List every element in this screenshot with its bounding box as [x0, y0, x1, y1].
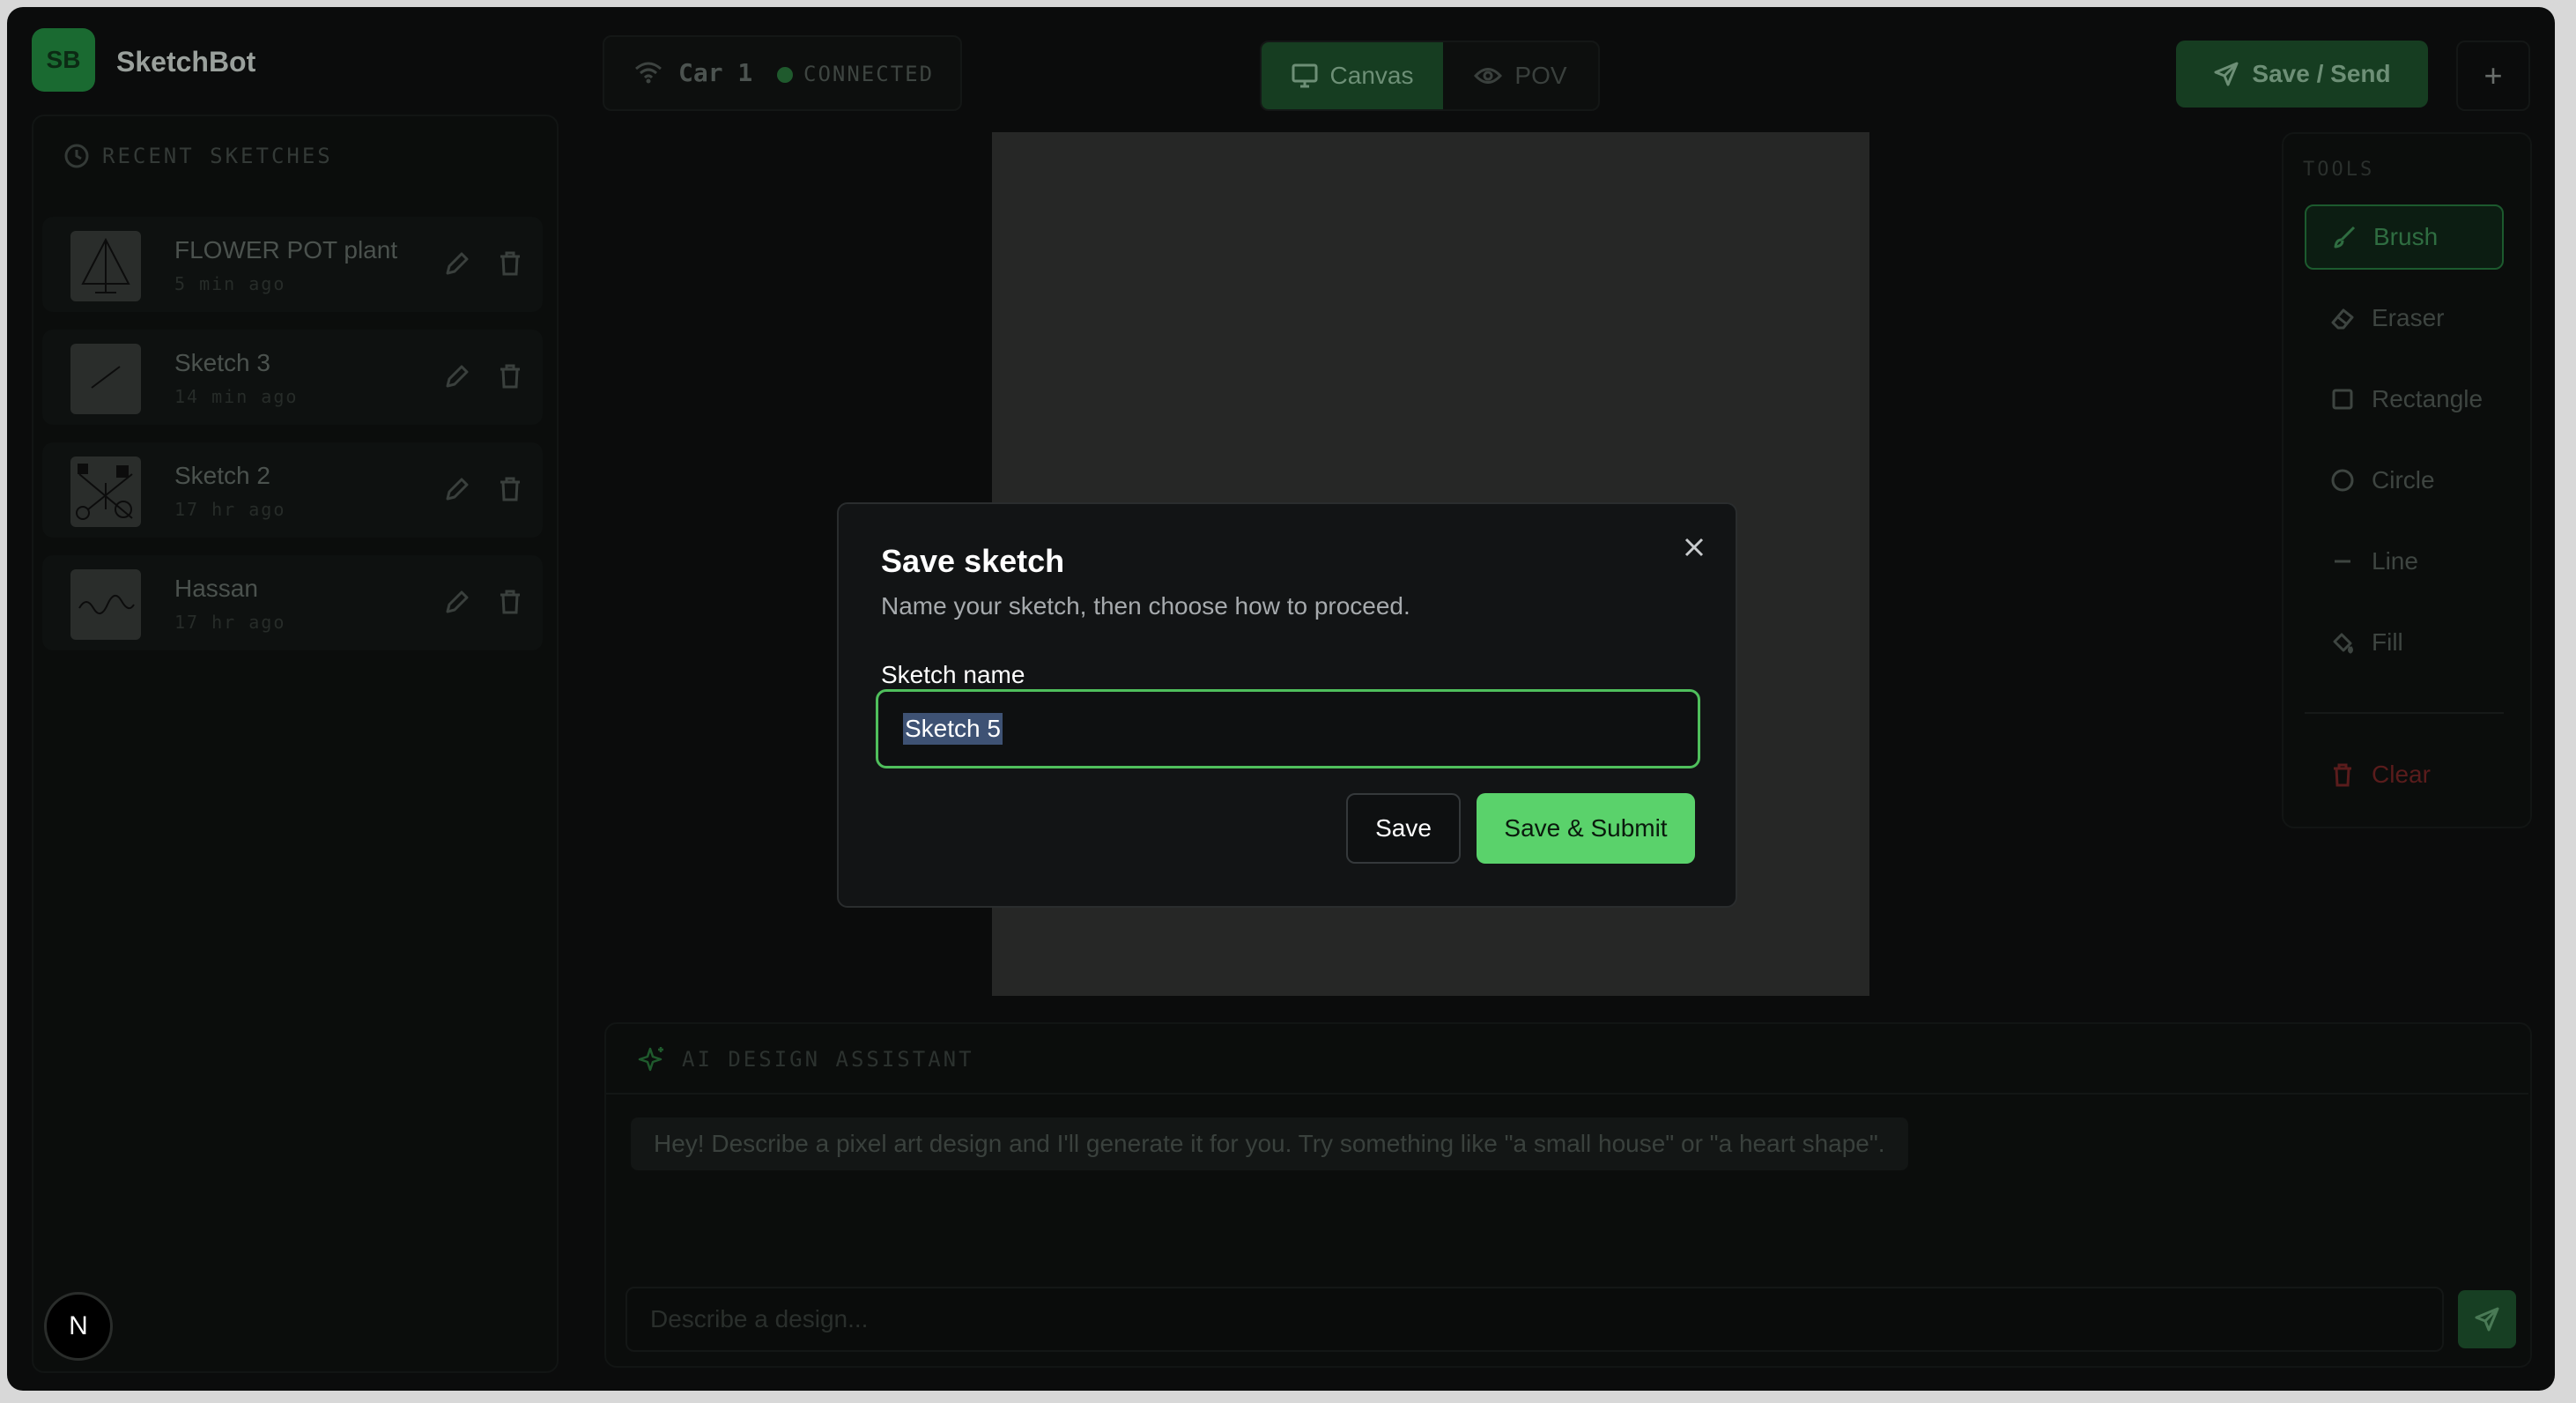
sketch-thumbnail [70, 344, 141, 414]
tool-fill-label: Fill [2372, 628, 2403, 656]
sketch-thumbnail [70, 231, 141, 301]
sketch-name-input[interactable]: Sketch 5 [876, 689, 1700, 768]
fill-icon [2333, 633, 2353, 654]
app-logo: SB [32, 28, 95, 92]
save-submit-button[interactable]: Save & Submit [1477, 793, 1695, 864]
tool-line-label: Line [2372, 547, 2418, 575]
app-title: SketchBot [116, 46, 256, 78]
recent-sketches-heading: RECENT SKETCHES [63, 143, 333, 169]
view-mode-toggle: Canvas POV [1260, 41, 1600, 111]
trash-icon[interactable] [495, 249, 525, 278]
tool-circle-label: Circle [2372, 466, 2435, 494]
status-text: CONNECTED [803, 62, 935, 86]
sketch-list-item[interactable]: FLOWER POT plant 5 min ago [42, 217, 543, 312]
eraser-icon [2331, 308, 2354, 330]
pencil-icon[interactable] [442, 361, 472, 391]
sketch-thumbnail [70, 457, 141, 527]
trash-icon [2334, 763, 2351, 787]
trash-icon[interactable] [495, 474, 525, 504]
app-window: SB SketchBot Car 1 CONNECTED Canvas POV … [7, 7, 2555, 1391]
tool-line[interactable]: Line [2305, 529, 2504, 594]
tab-canvas-label: Canvas [1329, 62, 1414, 89]
sketch-list-item[interactable]: Hassan 17 hr ago [42, 555, 543, 650]
send-prompt-button[interactable] [2458, 1290, 2516, 1348]
send-icon [2214, 62, 2239, 86]
eye-icon [1474, 68, 1503, 84]
add-button[interactable]: + [2456, 41, 2530, 111]
sketch-name: Sketch 2 [174, 462, 270, 489]
tool-circle[interactable]: Circle [2305, 448, 2504, 513]
status-dot [777, 67, 793, 83]
design-prompt-input[interactable] [627, 1288, 2442, 1350]
recent-sketches-title: RECENT SKETCHES [102, 144, 333, 168]
tools-heading: TOOLS [2303, 159, 2375, 181]
tools-divider [2305, 712, 2504, 714]
pencil-icon[interactable] [442, 587, 472, 617]
tool-brush-label: Brush [2373, 223, 2439, 250]
sketch-time: 17 hr ago [174, 612, 286, 633]
tab-pov-label: POV [1514, 62, 1567, 89]
dialog-title: Save sketch [881, 543, 1065, 579]
sketch-time: 17 hr ago [174, 499, 286, 520]
sketch-time: 5 min ago [174, 273, 286, 294]
tool-eraser[interactable]: Eraser [2305, 286, 2504, 351]
assistant-title: AI DESIGN ASSISTANT [682, 1047, 974, 1072]
sketch-list-item[interactable]: Sketch 3 14 min ago [42, 330, 543, 425]
pencil-icon[interactable] [442, 474, 472, 504]
send-icon [2475, 1307, 2499, 1332]
save-button[interactable]: Save [1346, 793, 1461, 864]
pencil-icon[interactable] [442, 249, 472, 278]
design-prompt-input-wrapper [625, 1287, 2444, 1352]
tab-canvas[interactable]: Canvas [1262, 42, 1443, 109]
tool-rectangle-label: Rectangle [2372, 385, 2483, 412]
clear-label: Clear [2372, 761, 2431, 788]
wifi-icon [634, 60, 663, 89]
assistant-heading: AI DESIGN ASSISTANT [638, 1045, 974, 1073]
tool-rectangle[interactable]: Rectangle [2305, 367, 2504, 432]
dialog-description: Name your sketch, then choose how to pro… [881, 592, 1410, 620]
sparkles-icon [638, 1047, 663, 1072]
sketch-name-label: Sketch name [881, 661, 1025, 688]
assistant-divider [606, 1093, 2528, 1095]
circle-icon [2331, 469, 2354, 492]
clock-icon [64, 144, 89, 168]
sketch-name-value: Sketch 5 [903, 713, 1003, 745]
close-icon[interactable] [1677, 531, 1711, 564]
save-send-label: Save / Send [2252, 60, 2391, 87]
dev-tools-badge[interactable]: N [44, 1292, 113, 1361]
sketch-thumbnail [70, 569, 141, 640]
assistant-message: Hey! Describe a pixel art design and I'l… [631, 1117, 1908, 1170]
monitor-icon [1292, 63, 1318, 88]
line-icon [2335, 560, 2350, 563]
sketch-list-item[interactable]: Sketch 2 17 hr ago [42, 442, 543, 538]
sketch-name: Sketch 3 [174, 349, 270, 376]
rectangle-icon [2332, 389, 2353, 410]
car-label: Car 1 [678, 58, 753, 87]
sketch-name: FLOWER POT plant [174, 236, 398, 264]
sketch-time: 14 min ago [174, 386, 299, 407]
save-send-button[interactable]: Save / Send [2176, 41, 2428, 108]
trash-icon[interactable] [495, 361, 525, 391]
sketch-name: Hassan [174, 575, 258, 602]
trash-icon[interactable] [495, 587, 525, 617]
connection-status[interactable]: Car 1 CONNECTED [603, 35, 962, 111]
clear-button[interactable]: Clear [2305, 742, 2504, 807]
tool-brush[interactable]: Brush [2305, 204, 2504, 270]
tab-pov[interactable]: POV [1443, 42, 1598, 109]
brush-icon [2334, 226, 2356, 249]
tool-eraser-label: Eraser [2372, 304, 2445, 331]
tool-fill[interactable]: Fill [2305, 610, 2504, 675]
